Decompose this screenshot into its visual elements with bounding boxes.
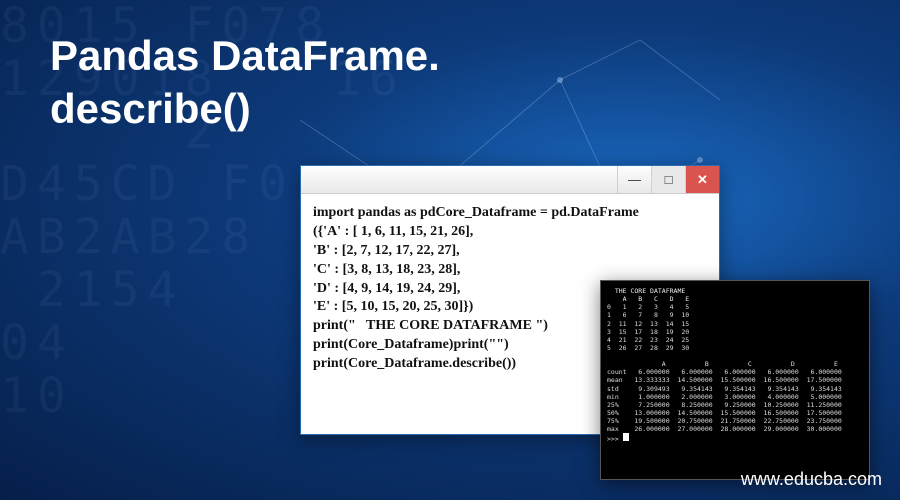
terminal-output: THE CORE DATAFRAME A B C D E 0 1 2 3 4 5… — [607, 287, 863, 443]
minimize-button[interactable]: — — [617, 166, 651, 193]
page-title: Pandas DataFrame. describe() — [50, 30, 440, 135]
cursor-icon — [623, 433, 629, 441]
close-button[interactable]: ✕ — [685, 166, 719, 193]
terminal-describe-header: A B C D E — [607, 360, 838, 368]
terminal-df-header: THE CORE DATAFRAME A B C D E — [607, 287, 689, 303]
window-titlebar: — □ ✕ — [301, 166, 719, 194]
site-watermark: www.educba.com — [741, 469, 882, 490]
terminal-describe-rows: count 6.000000 6.000000 6.000000 6.00000… — [607, 368, 842, 433]
terminal-window: THE CORE DATAFRAME A B C D E 0 1 2 3 4 5… — [600, 280, 870, 480]
title-line-1: Pandas DataFrame. — [50, 32, 440, 79]
terminal-prompt[interactable]: >>> — [607, 435, 623, 443]
maximize-button[interactable]: □ — [651, 166, 685, 193]
title-line-2: describe() — [50, 85, 251, 132]
terminal-df-rows: 0 1 2 3 4 5 1 6 7 8 9 10 2 11 12 13 14 1… — [607, 303, 689, 352]
